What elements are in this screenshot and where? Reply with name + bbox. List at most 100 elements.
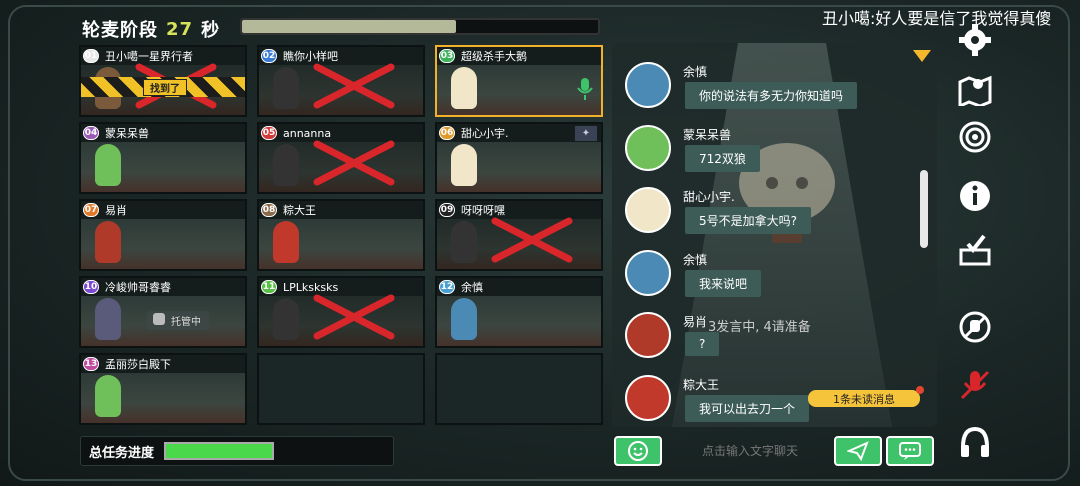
player-header: 04 蒙呆呆兽 [81,124,245,142]
auto-play-label: 托管中 [171,317,201,328]
target-button[interactable] [952,117,998,157]
eliminated-cross-icon [491,217,573,263]
chat-message: 余慎 你的说法有多无力你知道吗 [625,62,915,120]
player-name: 超级杀手大鹅 [461,50,527,63]
player-avatar [273,221,299,263]
info-button[interactable] [952,176,998,216]
chat-sender-name: 余慎 [683,253,708,267]
player-slot[interactable]: 02 瞧你小样吧 [257,45,425,117]
smiley-icon [628,441,648,461]
player-slot[interactable]: 11 LPLksksks [257,276,425,348]
player-number-badge: 13 [83,357,99,371]
chat-sender-name: 易肖 [683,315,708,329]
no-hand-button[interactable] [952,307,998,347]
chat-avatar [625,62,671,108]
countdown-unit: 秒 [201,20,221,41]
mic-off-button[interactable] [952,365,998,405]
headphones-button[interactable] [952,422,998,462]
map-button[interactable] [952,70,998,110]
player-number-badge: 08 [261,203,277,217]
robot-icon [153,313,165,325]
player-avatar [95,298,121,340]
no-hand-icon [959,311,991,343]
player-slot[interactable]: 12 余慎 [435,276,603,348]
player-slot[interactable]: 07 易肖 [79,199,247,271]
info-icon [960,181,990,211]
player-number-badge: 02 [261,49,277,63]
player-avatar [95,144,121,186]
player-number-badge: 04 [83,126,99,140]
player-number-badge: 05 [261,126,277,140]
vote-box-button[interactable] [952,230,998,270]
chat-sender-name: 余慎 [683,65,708,79]
player-slot[interactable]: 10 冷峻帅哥睿睿托管中 [79,276,247,348]
player-name: 甜心小宇. [461,127,509,140]
vote-box-icon [959,234,991,266]
chat-scrollbar[interactable] [920,170,928,248]
quick-chat-button[interactable] [886,436,934,466]
speaking-status: 3发言中, 4请准备 [708,320,811,335]
player-avatar [95,221,121,263]
player-name: 孟丽莎白殿下 [105,358,171,371]
speech-bubble-icon [899,442,921,460]
player-number-badge: 10 [83,280,99,294]
empty-player-slot [435,353,603,425]
chat-sender-name: 蒙呆呆兽 [683,128,732,142]
player-header: 13 孟丽莎白殿下 [81,355,245,373]
player-avatar [273,298,299,340]
player-slot[interactable]: 09 呀呀呀嘿 [435,199,603,271]
chat-input-bar [612,436,937,466]
player-name: 粽大王 [283,204,316,217]
chat-message: 甜心小宇. 5号不是加拿大吗? [625,187,915,245]
phase-timer-fill [242,20,456,33]
player-header: 07 易肖 [81,201,245,219]
chat-message: 余慎 我来说吧 [625,250,915,308]
player-slot[interactable]: 08 粽大王 [257,199,425,271]
chat-bubble-text: 5号不是加拿大吗? [685,207,812,234]
player-number-badge: 06 [439,126,455,140]
player-avatar [451,67,477,109]
player-name: 冷峻帅哥睿睿 [105,281,171,294]
found-body-tape: 找到了 [81,77,245,97]
phase-title: 轮麦阶段 27 秒 [82,16,220,42]
gear-button[interactable] [952,20,998,60]
player-slot[interactable]: 06 甜心小宇. ✦ [435,122,603,194]
chat-avatar [625,312,671,358]
player-name: 余慎 [461,281,483,294]
player-slot[interactable]: 05 annanna [257,122,425,194]
eliminated-cross-icon [313,140,395,186]
player-header: 03 超级杀手大鹅 [437,47,601,65]
player-avatar [451,144,477,186]
empty-player-slot [257,353,425,425]
chat-input[interactable] [670,436,830,466]
send-button[interactable] [834,436,882,466]
chat-bubble-text: 我来说吧 [685,270,762,297]
target-icon [959,121,991,153]
player-slot[interactable]: 03 超级杀手大鹅 [435,45,603,117]
chat-avatar [625,125,671,171]
task-progress: 总任务进度 [80,436,394,466]
team-flag-icon: ✦ [575,126,597,141]
chat-sender-name: 粽大王 [683,378,720,392]
unread-messages-badge[interactable]: 1条未读消息 [808,386,924,407]
chat-avatar [625,187,671,233]
unread-messages-label: 1条未读消息 [833,392,895,406]
found-label: 找到了 [143,78,187,96]
task-progress-bar [164,442,275,460]
eliminated-cross-icon [313,63,395,109]
chat-scroll-up-icon[interactable] [913,50,931,62]
player-slot[interactable]: 04 蒙呆呆兽 [79,122,247,194]
emoji-button[interactable] [614,436,662,466]
player-slot[interactable]: 01 丑小噶一星界行者 找到了 [79,45,247,117]
player-name: 蒙呆呆兽 [105,127,149,140]
player-avatar [273,144,299,186]
player-name: 易肖 [105,204,127,217]
player-slot[interactable]: 13 孟丽莎白殿下 [79,353,247,425]
task-progress-label: 总任务进度 [89,445,155,461]
player-number-badge: 12 [439,280,455,294]
microphone-icon [577,78,593,100]
player-avatar [273,67,299,109]
player-header: 08 粽大王 [259,201,423,219]
unread-dot [916,386,924,394]
chat-bubble-text: 712双狼 [685,145,760,172]
